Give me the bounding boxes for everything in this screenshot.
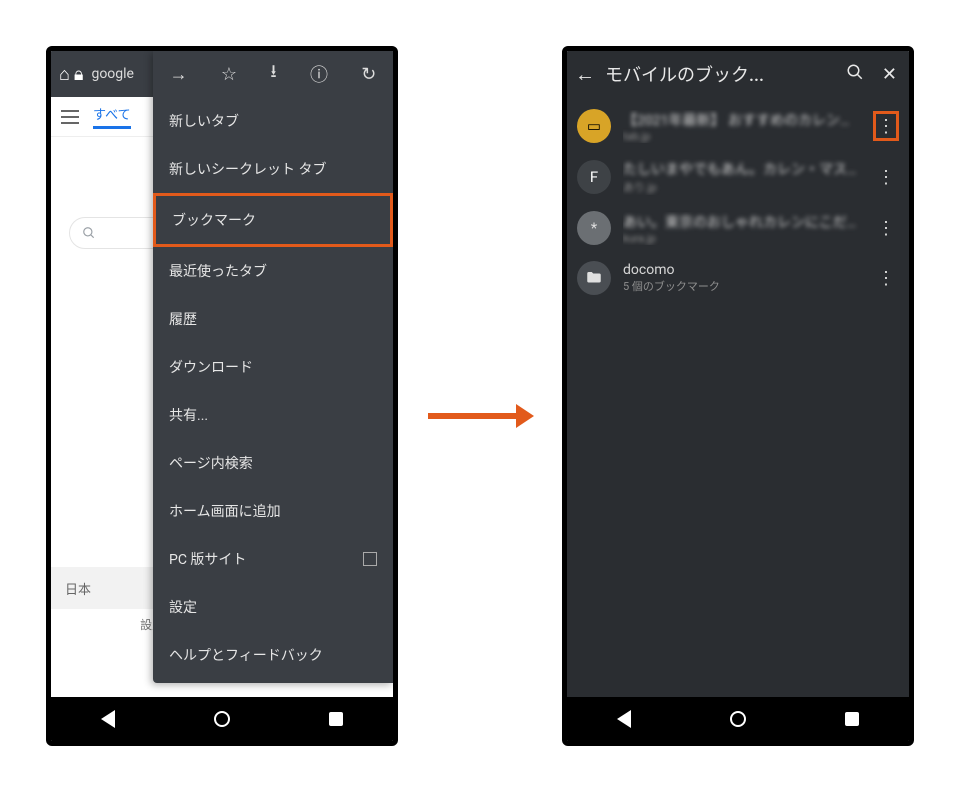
bookmark-title: docomo <box>623 262 861 278</box>
home-icon[interactable]: ⌂ <box>59 64 70 85</box>
url-text[interactable]: google <box>91 66 143 82</box>
menu-recent-tabs[interactable]: 最近使ったタブ <box>153 247 393 295</box>
bookmark-row[interactable]: ▭ 【2021年最新】 おすすめのカレン… tab.jp ⋮ <box>567 101 909 151</box>
search-icon <box>82 226 96 240</box>
search-icon[interactable] <box>846 63 864 86</box>
folder-icon <box>577 261 611 295</box>
nav-recent-icon[interactable] <box>845 712 859 726</box>
star-icon[interactable]: ☆ <box>221 64 237 85</box>
menu-icon-row: → ☆ ⭳ ⓘ ↻ <box>153 51 393 97</box>
arrow-head-icon <box>516 404 534 428</box>
nav-bar <box>567 697 909 741</box>
favicon-icon: ▭ <box>577 109 611 143</box>
bookmark-row[interactable]: docomo 5 個のブックマーク ⋮ <box>567 253 909 303</box>
phone-left: ⌂ 🔒︎ google すべて 日本 設定 プライバシー 規約 → ☆ ⭳ ⓘ … <box>46 46 398 746</box>
menu-find[interactable]: ページ内検索 <box>153 439 393 487</box>
back-icon[interactable]: ← <box>575 62 595 87</box>
header-title: モバイルのブック... <box>605 61 836 87</box>
hamburger-icon[interactable] <box>61 110 79 124</box>
reload-icon[interactable]: ↻ <box>361 64 376 85</box>
bookmark-row[interactable]: * あい。東京のおしゃれカレンにこだわり… kura.jp ⋮ <box>567 203 909 253</box>
bookmark-title: あい。東京のおしゃれカレンにこだわり… <box>623 212 861 232</box>
nav-bar <box>51 697 393 741</box>
menu-desktop-site[interactable]: PC 版サイト <box>153 535 393 583</box>
flow-arrow <box>428 404 534 428</box>
nav-home-icon[interactable] <box>730 711 746 727</box>
menu-help[interactable]: ヘルプとフィードバック <box>153 631 393 679</box>
menu-share[interactable]: 共有... <box>153 391 393 439</box>
nav-recent-icon[interactable] <box>329 712 343 726</box>
favicon-icon: * <box>577 211 611 245</box>
bookmark-title: たしいまやでもあん。カレン・マスタ… <box>623 159 861 179</box>
menu-downloads[interactable]: ダウンロード <box>153 343 393 391</box>
menu-bookmarks[interactable]: ブックマーク <box>153 193 393 247</box>
favicon-icon: F <box>577 160 611 194</box>
bookmark-subtitle: あり.jp <box>623 179 861 195</box>
menu-incognito[interactable]: 新しいシークレット タブ <box>153 145 393 193</box>
bookmark-subtitle: kura.jp <box>623 232 861 245</box>
more-icon[interactable]: ⋮ <box>873 263 899 293</box>
nav-back-icon[interactable] <box>617 710 631 728</box>
info-icon[interactable]: ⓘ <box>310 61 328 87</box>
nav-back-icon[interactable] <box>101 710 115 728</box>
close-icon[interactable]: ✕ <box>882 64 897 85</box>
more-icon[interactable]: ⋮ <box>873 162 899 192</box>
menu-history[interactable]: 履歴 <box>153 295 393 343</box>
bookmarks-header: ← モバイルのブック... ✕ <box>567 51 909 97</box>
bookmark-subtitle: 5 個のブックマーク <box>623 278 861 294</box>
bookmark-title: 【2021年最新】 おすすめのカレン… <box>623 110 861 130</box>
bookmark-subtitle: tab.jp <box>623 130 861 143</box>
bookmarks-screen: ← モバイルのブック... ✕ ▭ 【2021年最新】 おすすめのカレン… ta… <box>567 51 909 741</box>
arrow-line-icon <box>428 413 516 419</box>
download-icon[interactable]: ⭳ <box>270 59 276 89</box>
tab-all[interactable]: すべて <box>93 104 131 129</box>
bookmark-row[interactable]: F たしいまやでもあん。カレン・マスタ… あり.jp ⋮ <box>567 151 909 203</box>
more-icon[interactable]: ⋮ <box>873 213 899 243</box>
phone-right: ← モバイルのブック... ✕ ▭ 【2021年最新】 おすすめのカレン… ta… <box>562 46 914 746</box>
nav-home-icon[interactable] <box>214 711 230 727</box>
bookmark-list: ▭ 【2021年最新】 おすすめのカレン… tab.jp ⋮ F たしいまやでも… <box>567 97 909 307</box>
lock-icon: 🔒︎ <box>74 64 84 85</box>
chrome-menu: → ☆ ⭳ ⓘ ↻ 新しいタブ 新しいシークレット タブ ブックマーク 最近使っ… <box>153 51 393 683</box>
menu-new-tab[interactable]: 新しいタブ <box>153 97 393 145</box>
desktop-site-checkbox[interactable] <box>363 552 377 566</box>
forward-icon[interactable]: → <box>170 64 188 85</box>
menu-add-home[interactable]: ホーム画面に追加 <box>153 487 393 535</box>
menu-settings[interactable]: 設定 <box>153 583 393 631</box>
more-icon[interactable]: ⋮ <box>873 111 899 141</box>
